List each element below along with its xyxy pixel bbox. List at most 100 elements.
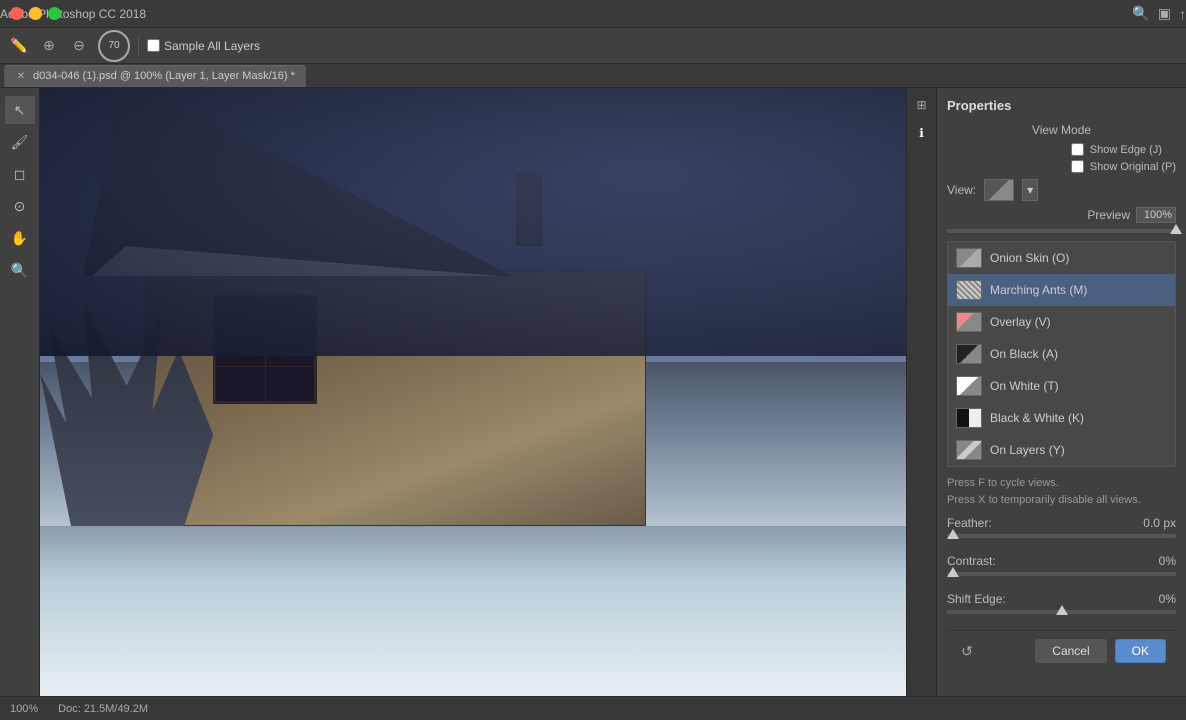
share-icon[interactable]: ↑	[1179, 6, 1186, 22]
contrast-track[interactable]	[947, 572, 1176, 576]
feather-track[interactable]	[947, 534, 1176, 538]
view-mode-item-onion[interactable]: Onion Skin (O)	[948, 242, 1175, 274]
canvas-scene	[40, 88, 906, 696]
sample-all-layers-checkbox[interactable]	[147, 39, 160, 52]
main-content: ↖ 🖌 ◻ ⊙ ✋ 🔍	[0, 88, 1186, 696]
arrange-icon[interactable]: ▣	[1158, 5, 1171, 22]
onion-skin-label: Onion Skin (O)	[990, 251, 1069, 265]
document-tab[interactable]: ✕ d034-046 (1).psd @ 100% (Layer 1, Laye…	[4, 65, 306, 87]
close-button[interactable]	[10, 7, 23, 20]
black-white-icon	[956, 408, 982, 428]
sample-all-layers-control[interactable]: Sample All Layers	[147, 39, 260, 53]
search-icon[interactable]: 🔍	[1132, 5, 1149, 22]
show-original-row: Show Original (P)	[1071, 160, 1176, 173]
contrast-label: Contrast:	[947, 554, 996, 568]
panel-title: Properties	[947, 98, 1176, 113]
black-white-label: Black & White (K)	[990, 411, 1084, 425]
view-mode-label: View Mode	[947, 123, 1176, 137]
hint-line1: Press F to cycle views.	[947, 475, 1176, 492]
on-white-icon	[956, 376, 982, 396]
maximize-button[interactable]	[48, 7, 61, 20]
view-mode-item-marching[interactable]: Marching Ants (M)	[948, 274, 1175, 306]
ok-button[interactable]: OK	[1115, 639, 1166, 663]
paint-tool-icon[interactable]: 🖌	[5, 128, 35, 156]
panel-footer: ↺ Cancel OK	[947, 630, 1176, 671]
on-layers-icon	[956, 440, 982, 460]
feather-value: 0.0 px	[1143, 516, 1176, 530]
doc-size: Doc: 21.5M/49.2M	[58, 703, 148, 715]
on-black-icon	[956, 344, 982, 364]
panel-content: Properties View Mode Show Edge (J)	[937, 88, 1186, 696]
show-edge-label: Show Edge (J)	[1090, 144, 1162, 156]
minimize-button[interactable]	[29, 7, 42, 20]
properties-panel-icon[interactable]: ℹ	[911, 122, 933, 144]
marching-ants-icon	[956, 280, 982, 300]
brush-size[interactable]: 70	[98, 30, 130, 62]
show-original-checkbox[interactable]	[1071, 160, 1084, 173]
shift-edge-slider-row: Shift Edge: 0%	[947, 592, 1176, 614]
snow-ground	[40, 526, 906, 696]
hint-text: Press F to cycle views. Press X to tempo…	[947, 475, 1176, 508]
view-mode-section: View Mode Show Edge (J) Show Original (P…	[947, 123, 1176, 233]
panel-icon-sidebar: ⊞ ℹ	[907, 88, 937, 696]
view-thumbnail[interactable]	[984, 179, 1014, 201]
tab-bar: ✕ d034-046 (1).psd @ 100% (Layer 1, Laye…	[0, 64, 1186, 88]
view-dropdown-arrow[interactable]: ▾	[1022, 179, 1038, 201]
panel-layout: ⊞ ℹ Properties View Mode Show Edge (J)	[907, 88, 1186, 696]
footer-left-icons: ↺	[957, 641, 977, 661]
right-panel: ⊞ ℹ Properties View Mode Show Edge (J)	[906, 88, 1186, 696]
preview-value-input[interactable]	[1136, 207, 1176, 223]
zoom-tool-icon[interactable]: 🔍	[5, 256, 35, 284]
tab-close-icon[interactable]: ✕	[15, 70, 27, 82]
select-tool-icon[interactable]: ↖	[5, 96, 35, 124]
marching-ants-label: Marching Ants (M)	[990, 283, 1087, 297]
view-mode-item-bw[interactable]: Black & White (K)	[948, 402, 1175, 434]
shift-edge-track[interactable]	[947, 610, 1176, 614]
overlay-label: Overlay (V)	[990, 315, 1051, 329]
shift-edge-label: Shift Edge:	[947, 592, 1006, 606]
reset-icon[interactable]: ↺	[957, 641, 977, 661]
on-white-label: On White (T)	[990, 379, 1059, 393]
add-icon[interactable]: ⊕	[38, 35, 60, 57]
separator	[138, 36, 139, 56]
layers-panel-icon[interactable]: ⊞	[911, 94, 933, 116]
title-bar: Adobe Photoshop CC 2018 🔍 ▣ ↑	[0, 0, 1186, 28]
contrast-value: 0%	[1159, 554, 1176, 568]
lasso-tool-icon[interactable]: ⊙	[5, 192, 35, 220]
zoom-level: 100%	[10, 703, 38, 715]
title-right-icons: 🔍 ▣ ↑	[1132, 5, 1186, 22]
overlay-icon	[956, 312, 982, 332]
eraser-tool-icon[interactable]: ◻	[5, 160, 35, 188]
hint-line2: Press X to temporarily disable all views…	[947, 492, 1176, 509]
preview-label: Preview	[1087, 208, 1130, 222]
view-mode-item-onwhite[interactable]: On White (T)	[948, 370, 1175, 402]
sliders-section: Feather: 0.0 px Contrast: 0%	[947, 516, 1176, 614]
show-original-label: Show Original (P)	[1090, 161, 1176, 173]
view-label: View:	[947, 183, 976, 197]
feather-label: Feather:	[947, 516, 992, 530]
show-edge-row: Show Edge (J)	[1071, 143, 1176, 156]
view-mode-item-onblack[interactable]: On Black (A)	[948, 338, 1175, 370]
shift-edge-value: 0%	[1159, 592, 1176, 606]
on-layers-label: On Layers (Y)	[990, 443, 1065, 457]
feather-slider-row: Feather: 0.0 px	[947, 516, 1176, 538]
main-toolbar: ✏️ ⊕ ⊖ 70 Sample All Layers	[0, 28, 1186, 64]
show-edge-checkbox[interactable]	[1071, 143, 1084, 156]
sample-all-layers-label: Sample All Layers	[164, 39, 260, 53]
view-mode-list: Onion Skin (O) Marching Ants (M) Overlay…	[947, 241, 1176, 467]
sky-overlay	[40, 88, 906, 356]
status-bar: 100% Doc: 21.5M/49.2M	[0, 696, 1186, 720]
cancel-button[interactable]: Cancel	[1035, 639, 1106, 663]
preview-slider[interactable]	[947, 229, 1176, 233]
contrast-slider-row: Contrast: 0%	[947, 554, 1176, 576]
hand-tool-icon[interactable]: ✋	[5, 224, 35, 252]
canvas-area[interactable]	[40, 88, 906, 696]
left-toolbar: ↖ 🖌 ◻ ⊙ ✋ 🔍	[0, 88, 40, 696]
view-mode-item-onlayers[interactable]: On Layers (Y)	[948, 434, 1175, 466]
on-black-label: On Black (A)	[990, 347, 1058, 361]
brush-tool-icon[interactable]: ✏️	[8, 35, 30, 57]
window-controls[interactable]	[10, 7, 61, 20]
subtract-icon[interactable]: ⊖	[68, 35, 90, 57]
tab-label: d034-046 (1).psd @ 100% (Layer 1, Layer …	[33, 70, 295, 82]
view-mode-item-overlay[interactable]: Overlay (V)	[948, 306, 1175, 338]
